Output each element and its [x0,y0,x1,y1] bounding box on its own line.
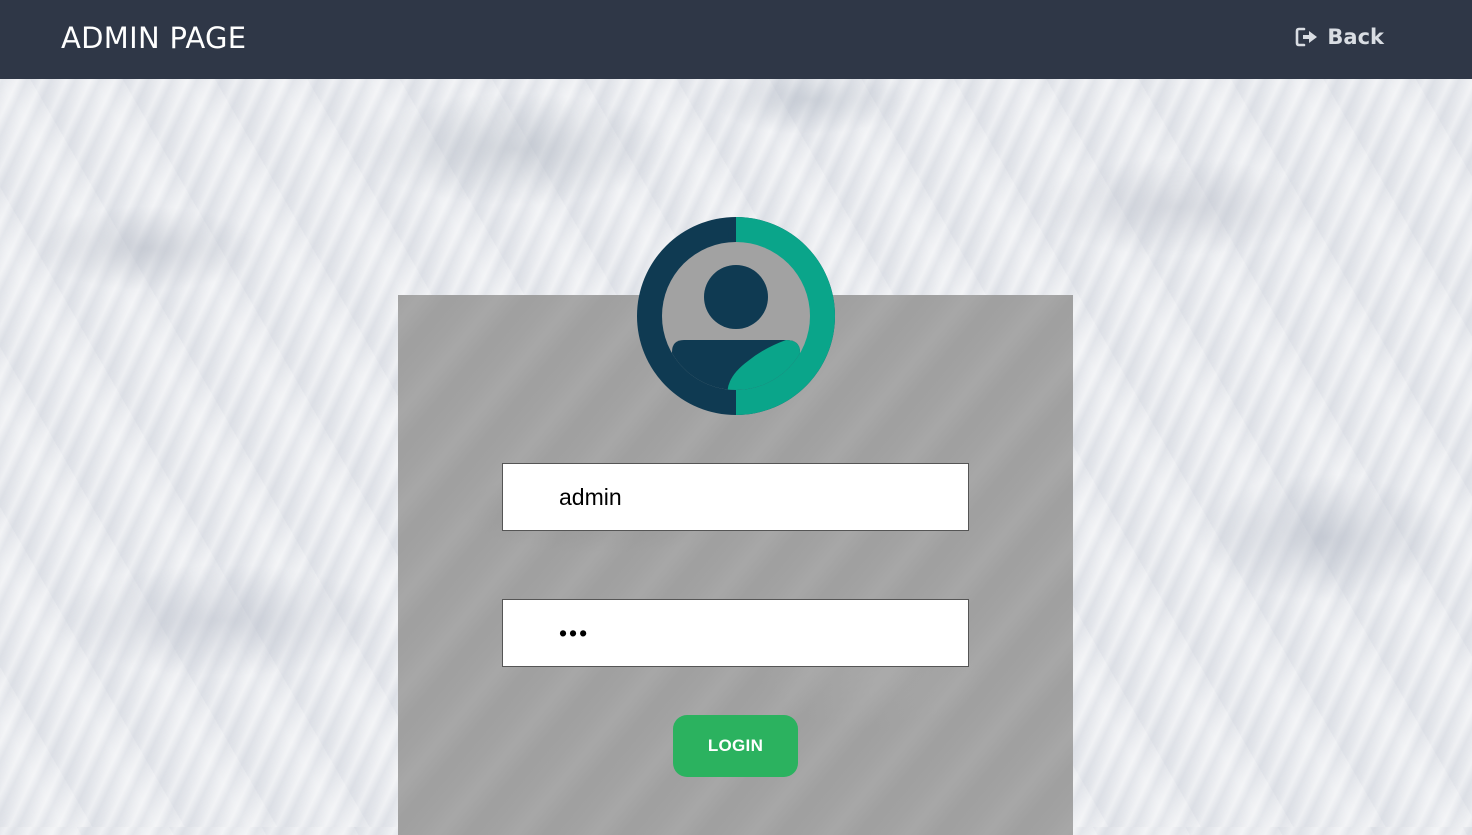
user-avatar-icon [636,216,836,416]
login-button[interactable]: LOGIN [673,715,798,777]
back-link[interactable]: Back [1295,25,1384,49]
password-field[interactable] [502,599,969,667]
page-title: ADMIN PAGE [61,21,247,55]
navbar: ADMIN PAGE Back [0,0,1472,79]
back-label: Back [1327,25,1384,49]
password-input[interactable] [503,600,968,666]
username-input[interactable] [503,464,968,530]
username-field[interactable] [502,463,969,531]
sign-out-icon [1295,26,1319,48]
